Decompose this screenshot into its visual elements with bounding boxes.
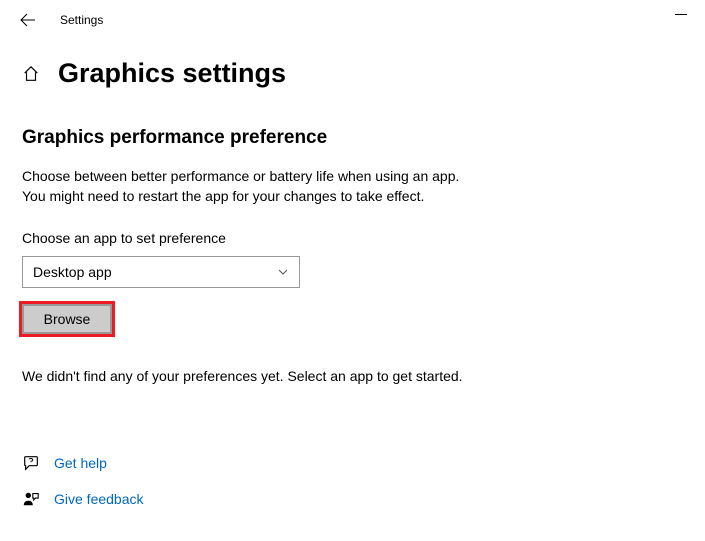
section-heading: Graphics performance preference <box>22 127 705 149</box>
give-feedback-link[interactable]: Give feedback <box>22 490 705 508</box>
browse-button-label: Browse <box>44 311 91 327</box>
chat-help-icon <box>22 454 40 472</box>
give-feedback-text: Give feedback <box>54 491 144 507</box>
titlebar: Settings <box>0 0 705 40</box>
section-description: Choose between better performance or bat… <box>22 167 705 206</box>
window-title: Settings <box>60 13 103 27</box>
help-links: Get help Give feedback <box>22 454 705 508</box>
description-line-2: You might need to restart the app for yo… <box>22 187 705 207</box>
back-button[interactable] <box>18 10 38 30</box>
home-icon <box>22 65 40 83</box>
select-value: Desktop app <box>33 264 112 280</box>
minimize-button[interactable] <box>675 14 687 15</box>
page-title: Graphics settings <box>58 58 286 89</box>
select-label: Choose an app to set preference <box>22 230 705 246</box>
back-arrow-icon <box>20 12 36 28</box>
get-help-link[interactable]: Get help <box>22 454 705 472</box>
browse-button[interactable]: Browse <box>22 304 112 334</box>
description-line-1: Choose between better performance or bat… <box>22 167 705 187</box>
chevron-down-icon <box>277 266 289 278</box>
get-help-text: Get help <box>54 455 107 471</box>
content-area: Graphics settings Graphics performance p… <box>0 40 705 508</box>
empty-state-message: We didn't find any of your preferences y… <box>22 368 705 384</box>
page-header: Graphics settings <box>22 58 705 89</box>
app-type-select[interactable]: Desktop app <box>22 256 300 288</box>
feedback-person-icon <box>22 490 40 508</box>
